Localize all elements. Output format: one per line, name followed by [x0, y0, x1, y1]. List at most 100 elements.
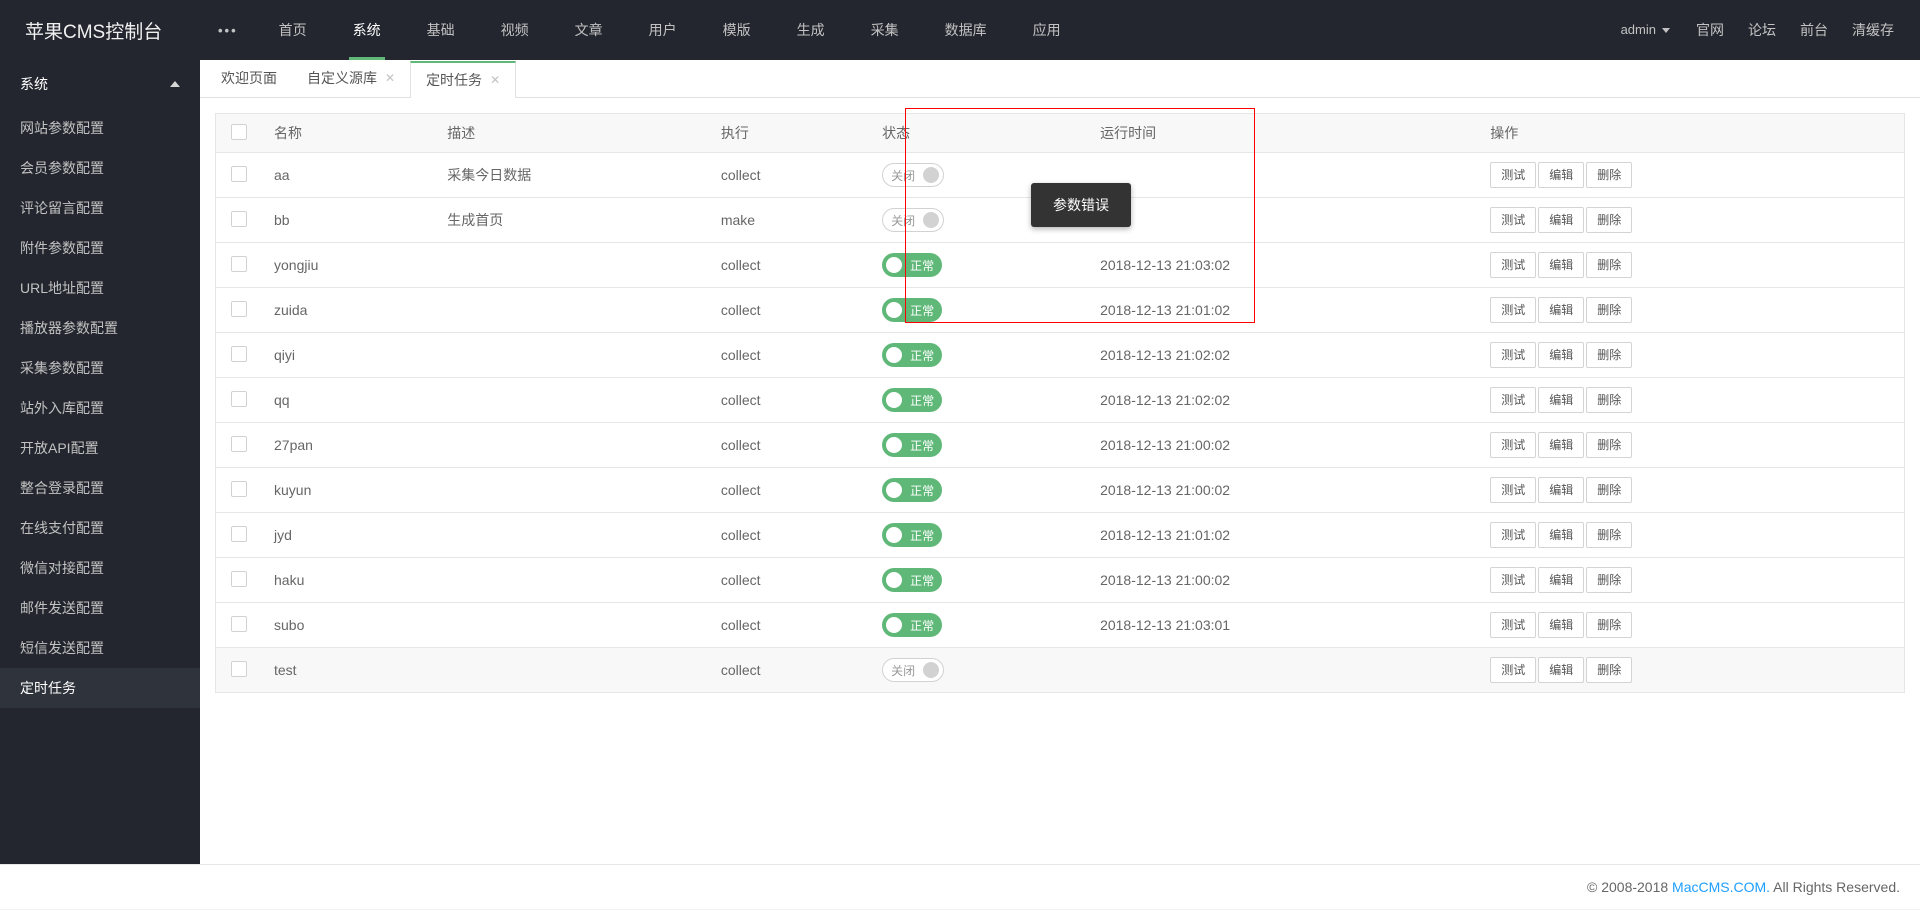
- edit-button[interactable]: 编辑: [1538, 477, 1584, 503]
- toplink-论坛[interactable]: 论坛: [1736, 20, 1788, 40]
- admin-dropdown[interactable]: admin: [1607, 0, 1684, 60]
- test-button[interactable]: 测试: [1490, 567, 1536, 593]
- sidebar-item-5[interactable]: 播放器参数配置: [0, 308, 200, 348]
- edit-button[interactable]: 编辑: [1538, 432, 1584, 458]
- sidebar-item-7[interactable]: 站外入库配置: [0, 388, 200, 428]
- topnav-文章[interactable]: 文章: [552, 0, 626, 60]
- topnav-首页[interactable]: 首页: [256, 0, 330, 60]
- close-icon[interactable]: ✕: [490, 62, 500, 99]
- del-button[interactable]: 删除: [1586, 207, 1632, 233]
- topnav-模版[interactable]: 模版: [700, 0, 774, 60]
- row-checkbox[interactable]: [231, 346, 247, 362]
- sidebar-item-1[interactable]: 会员参数配置: [0, 148, 200, 188]
- sidebar-item-0[interactable]: 网站参数配置: [0, 108, 200, 148]
- sidebar-item-10[interactable]: 在线支付配置: [0, 508, 200, 548]
- checkbox-all[interactable]: [231, 124, 247, 140]
- tab-自定义源库[interactable]: 自定义源库✕: [292, 60, 410, 97]
- row-checkbox[interactable]: [231, 256, 247, 272]
- status-switch[interactable]: 正常: [882, 523, 942, 547]
- test-button[interactable]: 测试: [1490, 612, 1536, 638]
- topnav-应用[interactable]: 应用: [1010, 0, 1084, 60]
- sidebar-item-11[interactable]: 微信对接配置: [0, 548, 200, 588]
- del-button[interactable]: 删除: [1586, 432, 1632, 458]
- edit-button[interactable]: 编辑: [1538, 657, 1584, 683]
- edit-button[interactable]: 编辑: [1538, 207, 1584, 233]
- row-checkbox[interactable]: [231, 661, 247, 677]
- status-switch[interactable]: 正常: [882, 253, 942, 277]
- row-checkbox[interactable]: [231, 301, 247, 317]
- row-checkbox[interactable]: [231, 166, 247, 182]
- row-checkbox[interactable]: [231, 211, 247, 227]
- test-button[interactable]: 测试: [1490, 252, 1536, 278]
- test-button[interactable]: 测试: [1490, 432, 1536, 458]
- topnav-数据库[interactable]: 数据库: [922, 0, 1010, 60]
- tab-定时任务[interactable]: 定时任务✕: [410, 61, 516, 98]
- row-checkbox[interactable]: [231, 571, 247, 587]
- row-checkbox[interactable]: [231, 481, 247, 497]
- test-button[interactable]: 测试: [1490, 207, 1536, 233]
- toplink-前台[interactable]: 前台: [1788, 20, 1840, 40]
- edit-button[interactable]: 编辑: [1538, 612, 1584, 638]
- test-button[interactable]: 测试: [1490, 297, 1536, 323]
- del-button[interactable]: 删除: [1586, 567, 1632, 593]
- sidebar-section-head[interactable]: 系统: [0, 60, 200, 108]
- edit-button[interactable]: 编辑: [1538, 252, 1584, 278]
- sidebar-item-4[interactable]: URL地址配置: [0, 268, 200, 308]
- sidebar-item-12[interactable]: 邮件发送配置: [0, 588, 200, 628]
- edit-button[interactable]: 编辑: [1538, 297, 1584, 323]
- test-button[interactable]: 测试: [1490, 522, 1536, 548]
- edit-button[interactable]: 编辑: [1538, 162, 1584, 188]
- topnav-基础[interactable]: 基础: [404, 0, 478, 60]
- row-checkbox[interactable]: [231, 616, 247, 632]
- status-switch[interactable]: 正常: [882, 613, 942, 637]
- test-button[interactable]: 测试: [1490, 162, 1536, 188]
- top-more-icon[interactable]: •••: [200, 23, 256, 38]
- edit-button[interactable]: 编辑: [1538, 342, 1584, 368]
- close-icon[interactable]: ✕: [385, 60, 395, 97]
- sidebar-item-9[interactable]: 整合登录配置: [0, 468, 200, 508]
- row-checkbox[interactable]: [231, 526, 247, 542]
- sidebar-item-14[interactable]: 定时任务: [0, 668, 200, 708]
- status-switch[interactable]: 正常: [882, 568, 942, 592]
- status-switch[interactable]: 正常: [882, 298, 942, 322]
- topnav-视频[interactable]: 视频: [478, 0, 552, 60]
- status-switch[interactable]: 关闭: [882, 163, 944, 187]
- del-button[interactable]: 删除: [1586, 522, 1632, 548]
- del-button[interactable]: 删除: [1586, 297, 1632, 323]
- edit-button[interactable]: 编辑: [1538, 387, 1584, 413]
- sidebar-item-3[interactable]: 附件参数配置: [0, 228, 200, 268]
- row-checkbox[interactable]: [231, 436, 247, 452]
- sidebar-item-13[interactable]: 短信发送配置: [0, 628, 200, 668]
- status-switch[interactable]: 关闭: [882, 208, 944, 232]
- topnav-用户[interactable]: 用户: [626, 0, 700, 60]
- test-button[interactable]: 测试: [1490, 342, 1536, 368]
- test-button[interactable]: 测试: [1490, 657, 1536, 683]
- topnav-系统[interactable]: 系统: [330, 0, 404, 60]
- toplink-清缓存[interactable]: 清缓存: [1840, 20, 1906, 40]
- del-button[interactable]: 删除: [1586, 477, 1632, 503]
- status-switch[interactable]: 正常: [882, 478, 942, 502]
- del-button[interactable]: 删除: [1586, 657, 1632, 683]
- sidebar-item-2[interactable]: 评论留言配置: [0, 188, 200, 228]
- del-button[interactable]: 删除: [1586, 162, 1632, 188]
- topnav-生成[interactable]: 生成: [774, 0, 848, 60]
- del-button[interactable]: 删除: [1586, 612, 1632, 638]
- row-checkbox[interactable]: [231, 391, 247, 407]
- status-switch[interactable]: 正常: [882, 388, 942, 412]
- tab-欢迎页面[interactable]: 欢迎页面: [206, 60, 292, 97]
- sidebar-item-8[interactable]: 开放API配置: [0, 428, 200, 468]
- topnav-采集[interactable]: 采集: [848, 0, 922, 60]
- edit-button[interactable]: 编辑: [1538, 567, 1584, 593]
- footer-link[interactable]: MacCMS.COM.: [1672, 879, 1770, 895]
- del-button[interactable]: 删除: [1586, 252, 1632, 278]
- status-switch[interactable]: 正常: [882, 433, 942, 457]
- status-switch[interactable]: 关闭: [882, 658, 944, 682]
- test-button[interactable]: 测试: [1490, 477, 1536, 503]
- status-switch[interactable]: 正常: [882, 343, 942, 367]
- del-button[interactable]: 删除: [1586, 342, 1632, 368]
- toplink-官网[interactable]: 官网: [1684, 20, 1736, 40]
- del-button[interactable]: 删除: [1586, 387, 1632, 413]
- test-button[interactable]: 测试: [1490, 387, 1536, 413]
- edit-button[interactable]: 编辑: [1538, 522, 1584, 548]
- sidebar-item-6[interactable]: 采集参数配置: [0, 348, 200, 388]
